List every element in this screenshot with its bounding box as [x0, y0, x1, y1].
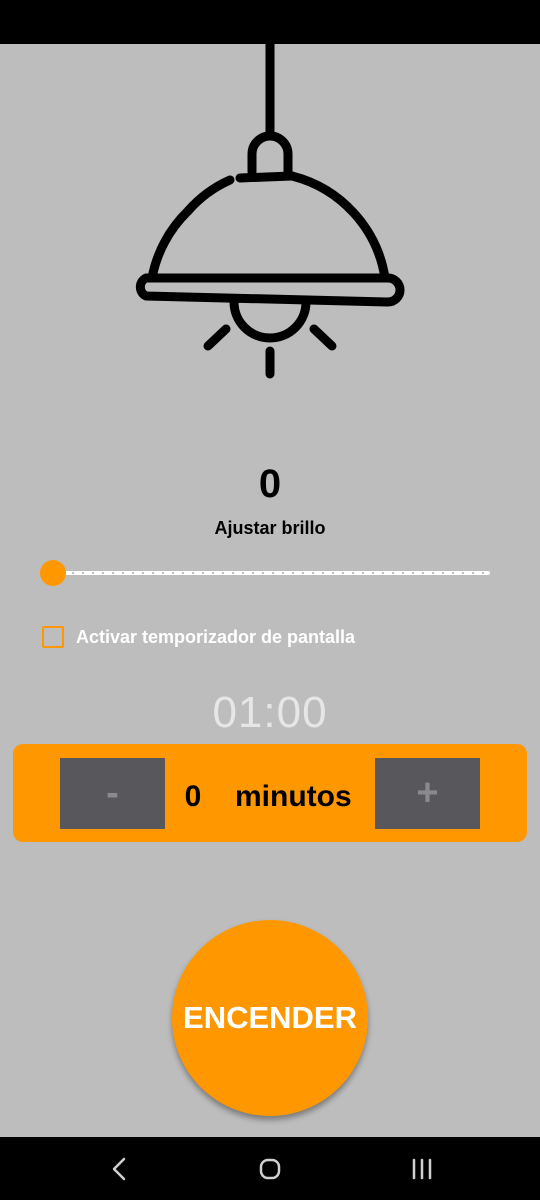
slider-tick-marks [58, 572, 486, 574]
minutes-stepper: - 0 minutos + [13, 744, 527, 842]
timer-display: 01:00 [212, 688, 328, 737]
pendant-lamp-icon [135, 44, 405, 379]
recents-icon[interactable] [407, 1155, 437, 1183]
navigation-bar [0, 1137, 540, 1200]
home-icon[interactable] [255, 1155, 285, 1183]
minutes-unit-label: minutos [235, 780, 352, 813]
decrease-minutes-button[interactable]: - [60, 758, 165, 829]
turn-on-button[interactable]: ENCENDER [172, 920, 368, 1116]
minutes-value: 0 [184, 780, 202, 813]
increase-minutes-button[interactable]: + [375, 758, 480, 829]
status-bar [0, 0, 540, 44]
slider-thumb[interactable] [40, 560, 66, 586]
screen-timer-option[interactable]: Activar temporizador de pantalla [42, 624, 355, 650]
screen-timer-checkbox[interactable] [42, 626, 64, 648]
back-icon[interactable] [104, 1155, 134, 1183]
brightness-label: Ajustar brillo [214, 518, 326, 538]
brightness-value: 0 [258, 462, 282, 506]
brightness-slider[interactable] [40, 558, 490, 588]
screen-timer-label[interactable]: Activar temporizador de pantalla [76, 627, 355, 648]
